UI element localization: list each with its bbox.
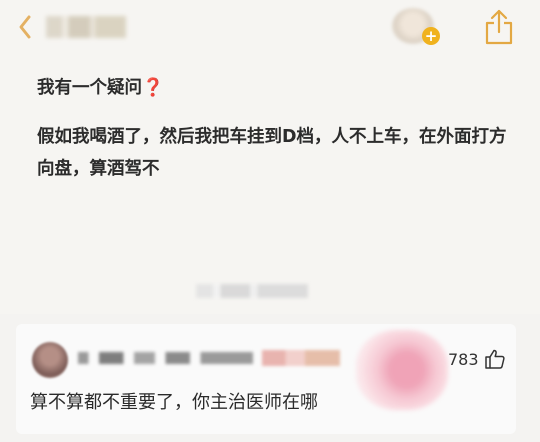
note-text: 我有一个疑问❓ 假如我喝酒了，然后我把车挂到D档，人不上车，在外面打方向盘，算酒… <box>37 72 517 185</box>
share-icon <box>485 9 513 45</box>
note-card: + 我有一个疑问❓ 假如我喝酒了，然后我把车挂到D档，人不上车，在外面打方向盘，… <box>0 0 540 314</box>
blurred-comment-tag <box>262 350 340 366</box>
like-count: 783 <box>448 350 479 369</box>
comment-text: 算不算都不重要了，你主治医师在哪 <box>30 392 318 413</box>
note-title: 我有一个疑问❓ <box>37 72 517 104</box>
note-title-text: 我有一个疑问 <box>37 78 142 98</box>
question-mark-icon: ❓ <box>142 78 164 98</box>
like-button[interactable] <box>484 348 506 370</box>
plus-badge-icon[interactable]: + <box>422 27 440 45</box>
blurred-commenter-name[interactable] <box>78 352 253 364</box>
chevron-left-icon <box>19 15 31 39</box>
back-button[interactable] <box>14 12 36 42</box>
blurred-watermark <box>196 284 308 298</box>
blurred-title <box>46 16 126 38</box>
thumbs-up-icon <box>485 349 505 369</box>
note-body: 假如我喝酒了，然后我把车挂到D档，人不上车，在外面打方向盘，算酒驾不 <box>37 127 507 179</box>
share-button[interactable] <box>484 8 514 46</box>
commenter-avatar[interactable] <box>32 342 68 378</box>
comment-card: 783 算不算都不重要了，你主治医师在哪 <box>16 324 516 434</box>
